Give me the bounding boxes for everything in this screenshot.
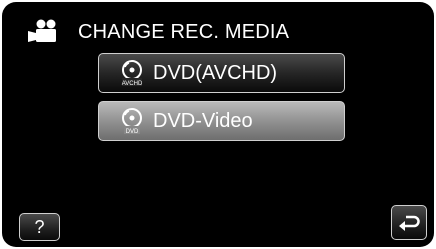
- dvd-avchd-label: DVD(AVCHD): [153, 61, 278, 84]
- return-arrow-icon: [399, 215, 420, 231]
- disc-avchd-icon: AVCHD: [122, 60, 143, 87]
- screen: CHANGE REC. MEDIA AVCHD DVD(AVCHD) DVD D…: [0, 0, 436, 249]
- menu-panel: CHANGE REC. MEDIA AVCHD DVD(AVCHD) DVD D…: [2, 2, 434, 247]
- svg-text:DVD: DVD: [126, 129, 139, 135]
- help-icon: ?: [34, 216, 45, 237]
- disc-dvd-video-icon: DVD: [122, 108, 142, 135]
- dvd-video-label: DVD-Video: [153, 109, 253, 132]
- dvd-video-button[interactable]: DVD DVD-Video: [98, 101, 345, 141]
- svg-text:AVCHD: AVCHD: [122, 81, 143, 87]
- page-title: CHANGE REC. MEDIA: [78, 20, 290, 43]
- help-button[interactable]: ?: [19, 213, 60, 241]
- video-camera-icon: [28, 19, 56, 42]
- back-button[interactable]: [391, 205, 427, 240]
- header: CHANGE REC. MEDIA: [24, 16, 289, 48]
- dvd-avchd-button[interactable]: AVCHD DVD(AVCHD): [98, 53, 345, 93]
